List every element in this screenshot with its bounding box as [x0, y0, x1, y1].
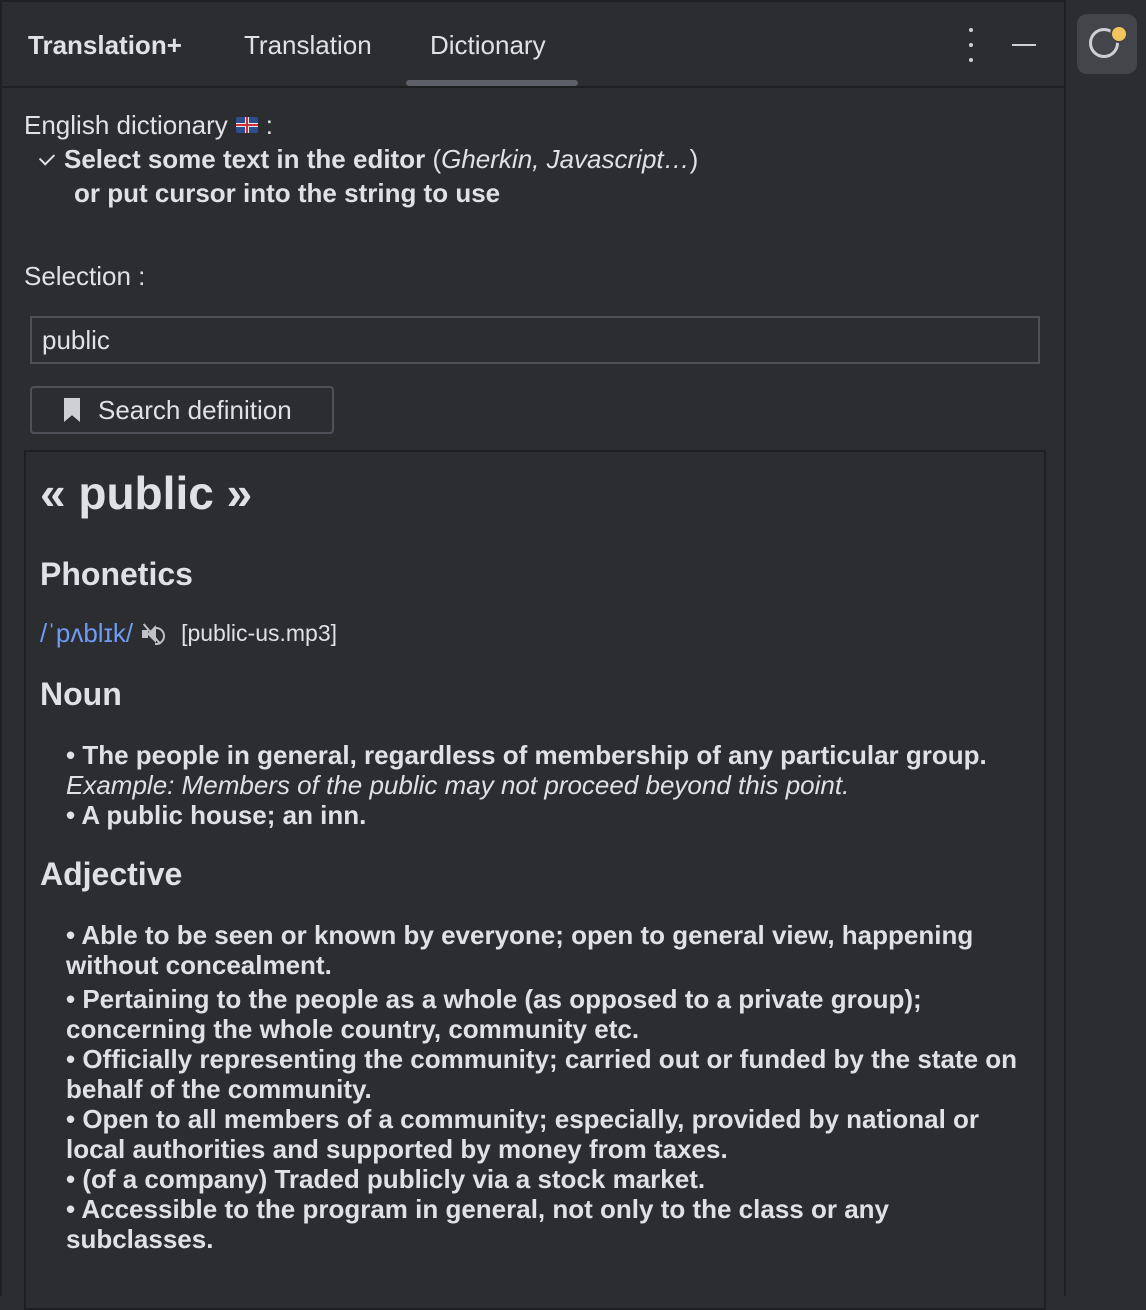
bookmark-icon	[64, 398, 80, 422]
instruction-paren-open: (	[425, 144, 442, 174]
definition-result-pane[interactable]: « public » Phonetics /ˈpʌblɪk/ [public-u…	[24, 450, 1046, 1310]
instruction-line-1: Select some text in the editor (Gherkin,…	[38, 144, 699, 175]
instruction-bold-text: Select some text in the editor	[64, 144, 426, 174]
noun-example: Example: Members of the public may not p…	[66, 770, 850, 800]
tool-window-title: Translation+	[28, 30, 182, 60]
colon-text: :	[265, 110, 274, 140]
speaker-icon[interactable]	[139, 621, 166, 647]
dictionary-language-text: English dictionary	[24, 110, 228, 140]
phonetics-row: /ˈpʌblɪk/ [public-us.mp3]	[40, 618, 337, 649]
noun-heading: Noun	[40, 676, 122, 712]
dictionary-tool-window: Translation+ Translation Dictionary Engl…	[0, 0, 1064, 1310]
tab-dictionary[interactable]: Dictionary	[430, 30, 546, 61]
check-icon	[38, 149, 56, 166]
active-tab-indicator	[406, 80, 578, 86]
instruction-paren-close: )	[689, 144, 699, 174]
word-heading: « public »	[40, 467, 253, 519]
more-vertical-icon[interactable]	[960, 28, 982, 62]
instruction-line-2: or put cursor into the string to use	[74, 178, 501, 208]
noun-definition: • A public house; an inn.	[66, 800, 367, 830]
dictionary-language-label: English dictionary:	[24, 110, 273, 141]
audio-file-label: [public-us.mp3]	[181, 620, 338, 646]
tool-window-header: Translation+ Translation Dictionary	[2, 2, 1064, 88]
uk-flag-icon	[235, 117, 258, 134]
selection-label: Selection :	[24, 261, 146, 291]
selection-input[interactable]	[30, 316, 1040, 364]
adjective-definition: • (of a company) Traded publicly via a s…	[66, 1164, 706, 1194]
adjective-definition: • Officially representing the community;…	[66, 1044, 1018, 1104]
notifications-icon[interactable]	[1077, 14, 1137, 74]
phonetic-link[interactable]: /ˈpʌblɪk/	[40, 618, 133, 649]
search-definition-label: Search definition	[98, 394, 292, 425]
tab-translation[interactable]: Translation	[244, 30, 372, 61]
adjective-definition: • Able to be seen or known by everyone; …	[66, 920, 974, 980]
instruction-examples: Gherkin, Javascript…	[441, 144, 690, 174]
phonetics-heading: Phonetics	[40, 556, 193, 592]
adjective-heading: Adjective	[40, 856, 183, 892]
right-tool-rail	[1064, 0, 1146, 1296]
adjective-definition: • Open to all members of a community; es…	[66, 1104, 980, 1164]
adjective-definition: • Accessible to the program in general, …	[66, 1194, 889, 1254]
minimize-icon[interactable]	[1010, 32, 1038, 56]
search-definition-button[interactable]: Search definition	[30, 386, 334, 434]
adjective-definition: • Pertaining to the people as a whole (a…	[66, 984, 922, 1044]
noun-definition: • The people in general, regardless of m…	[66, 740, 987, 770]
